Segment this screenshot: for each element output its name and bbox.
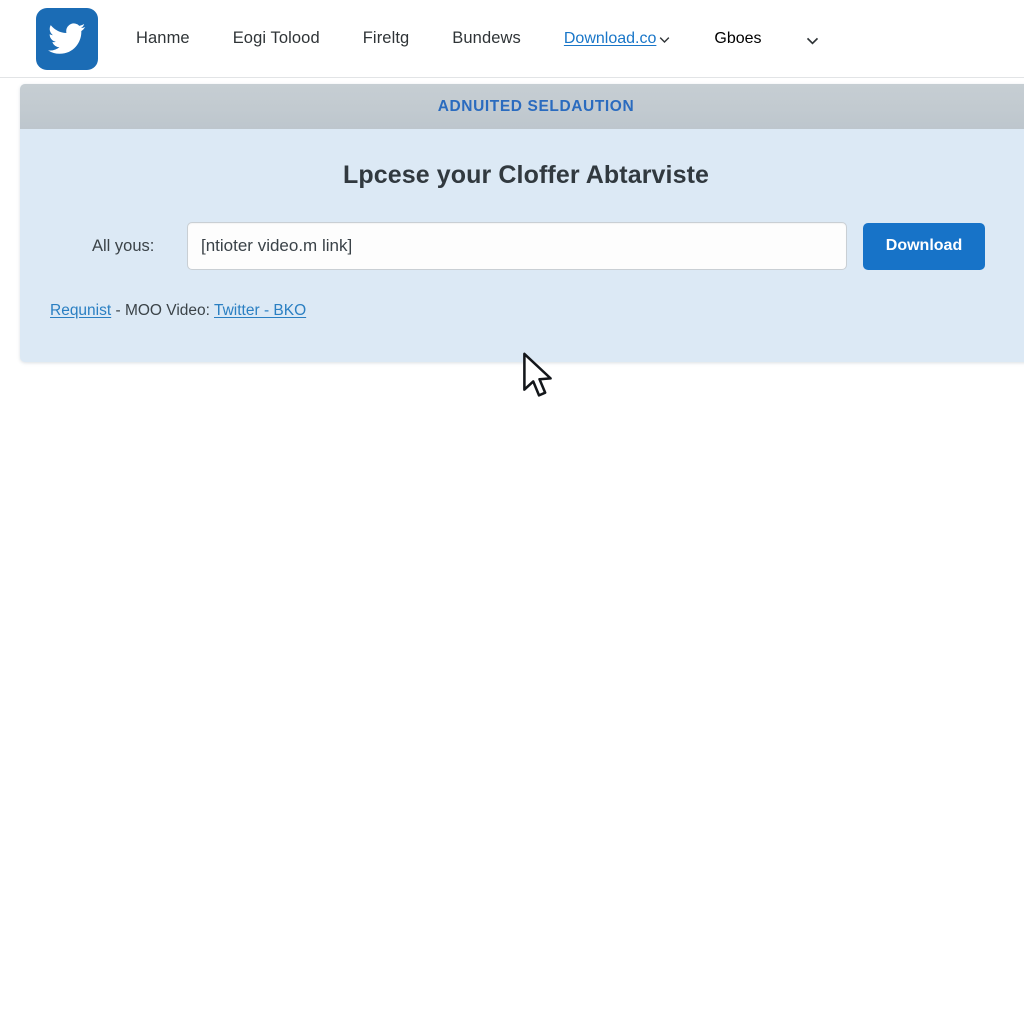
panel-banner: ADNUITED SELDAUTION — [20, 84, 1024, 129]
nav-item-label: Eogi Tolood — [232, 29, 320, 47]
nav-item-bundews[interactable]: Bundews — [452, 29, 521, 48]
nav-item-gboes[interactable]: Gboes — [714, 30, 761, 48]
arrow-pointer-icon — [521, 352, 555, 404]
chevron-down-icon — [658, 33, 671, 46]
nav-item-hanme[interactable]: Hanme — [136, 29, 190, 48]
twitter-logo[interactable] — [36, 7, 98, 70]
nav-item-label: Gboes — [714, 29, 762, 47]
download-button[interactable]: Download — [863, 222, 985, 270]
banner-text: ADNUITED SELDAUTION — [437, 97, 635, 115]
nav-item-label: Download.co — [563, 29, 657, 47]
downloader-panel: ADNUITED SELDAUTION Lpcese your Cloffer … — [20, 84, 1024, 362]
requnist-link[interactable]: Requnist — [50, 302, 111, 319]
nav-item-label: Fireltg — [362, 29, 410, 47]
nav-item-label: Hanme — [136, 29, 190, 47]
download-form: All yous: Download — [20, 222, 1024, 270]
page-title: Lpcese your Cloffer Abtarviste — [342, 161, 710, 189]
nav-links: Hanme Eogi Tolood Fireltg Bundews Downlo… — [136, 0, 818, 77]
note-middle-text: - MOO Video: — [111, 302, 214, 319]
top-navigation-bar: Hanme Eogi Tolood Fireltg Bundews Downlo… — [0, 0, 1024, 78]
nav-item-download-co[interactable]: Download.co — [564, 30, 672, 48]
twitter-bird-icon — [48, 22, 86, 55]
url-field-label: All yous: — [92, 236, 155, 255]
nav-item-label: Bundews — [452, 29, 521, 47]
footer-note: Requnist - MOO Video: Twitter - BKO — [20, 302, 1024, 320]
nav-item-eogi-tolood[interactable]: Eogi Tolood — [233, 29, 320, 48]
chevron-down-icon[interactable] — [805, 33, 818, 46]
url-input[interactable] — [187, 222, 847, 270]
nav-item-fireltg[interactable]: Fireltg — [363, 29, 410, 48]
twitter-bko-link[interactable]: Twitter - BKO — [214, 302, 306, 319]
